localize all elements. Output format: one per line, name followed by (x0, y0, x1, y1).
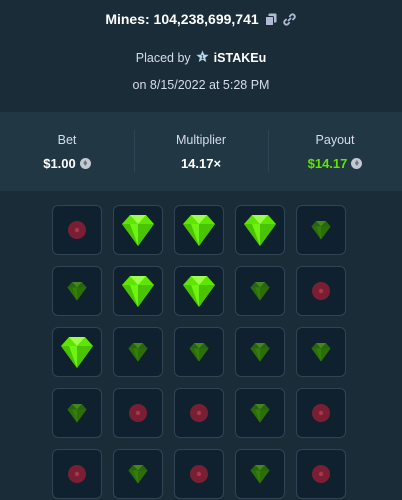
bet-stats-panel: Bet $1.00 Multiplier 14.17× Payout $14.1… (0, 112, 402, 191)
mine-tile[interactable] (296, 266, 346, 316)
bet-title: Mines: 104,238,699,741 (105, 11, 259, 27)
multiplier-value: 14.17× (180, 155, 222, 171)
bet-stat: Bet $1.00 (0, 112, 134, 191)
multiplier-label: Multiplier (175, 132, 226, 147)
title-row: Mines: 104,238,699,741 (0, 11, 402, 27)
mine-tile[interactable] (235, 205, 285, 255)
bet-value: $1.00 (43, 155, 76, 171)
copy-icon[interactable] (264, 12, 278, 26)
mine-tile[interactable] (113, 388, 163, 438)
currency-coin-icon (79, 157, 91, 169)
bet-date: on 8/15/2022 at 5:28 PM (132, 78, 270, 92)
gem-icon (250, 282, 270, 301)
placed-by-label: Placed by (135, 51, 191, 65)
mine-tile[interactable] (113, 327, 163, 377)
username-link[interactable]: iSTAKEu (214, 51, 267, 65)
svg-text:1: 1 (201, 55, 204, 61)
payout-stat: Payout $14.17 (268, 112, 402, 191)
gem-icon (311, 221, 331, 240)
mine-tile[interactable] (296, 205, 346, 255)
placed-by-row: Placed by 1 iSTAKEu (0, 50, 402, 66)
mine-icon (312, 404, 330, 422)
gem-icon (122, 276, 154, 307)
mine-icon (129, 404, 147, 422)
gem-icon (67, 282, 87, 301)
payout-label: Payout (315, 132, 355, 147)
bet-header: Mines: 104,238,699,741 Placed by 1 iSTAK… (0, 0, 402, 112)
mine-tile[interactable] (296, 327, 346, 377)
currency-coin-icon (351, 157, 363, 169)
mine-icon (68, 465, 86, 483)
link-icon[interactable] (283, 12, 297, 26)
mine-tile[interactable] (235, 449, 285, 499)
gem-icon (250, 404, 270, 423)
mine-tile[interactable] (174, 205, 224, 255)
mine-tile[interactable] (296, 388, 346, 438)
mine-tile[interactable] (174, 388, 224, 438)
multiplier-stat: Multiplier 14.17× (134, 112, 268, 191)
mine-tile[interactable] (113, 449, 163, 499)
gem-icon (311, 343, 331, 362)
gem-icon (128, 465, 148, 484)
mine-tile[interactable] (174, 327, 224, 377)
mine-tile[interactable] (52, 388, 102, 438)
mine-icon (68, 221, 86, 239)
mines-grid (52, 205, 346, 499)
mine-icon (190, 465, 208, 483)
mine-tile[interactable] (52, 205, 102, 255)
payout-value: $14.17 (307, 155, 348, 171)
bet-amount: $1.00 (43, 156, 91, 171)
gem-icon (67, 404, 87, 423)
gem-icon (244, 215, 276, 246)
gem-icon (122, 215, 154, 246)
gem-icon (183, 215, 215, 246)
gem-icon (128, 343, 148, 362)
mine-icon (312, 465, 330, 483)
bet-label: Bet (57, 132, 77, 147)
mine-tile[interactable] (174, 266, 224, 316)
gem-icon (189, 343, 209, 362)
mine-tile[interactable] (235, 327, 285, 377)
gem-icon (183, 276, 215, 307)
gem-icon (250, 343, 270, 362)
payout-amount: $14.17 (308, 156, 363, 171)
gem-icon (250, 465, 270, 484)
mine-tile[interactable] (235, 388, 285, 438)
mine-tile[interactable] (296, 449, 346, 499)
mine-tile[interactable] (52, 449, 102, 499)
mine-tile[interactable] (52, 266, 102, 316)
mine-icon (190, 404, 208, 422)
mine-tile[interactable] (174, 449, 224, 499)
vip-star-icon: 1 (196, 50, 209, 66)
mine-icon (312, 282, 330, 300)
gem-icon (61, 337, 93, 368)
mine-tile[interactable] (113, 205, 163, 255)
mine-tile[interactable] (52, 327, 102, 377)
mine-tile[interactable] (113, 266, 163, 316)
mine-tile[interactable] (235, 266, 285, 316)
